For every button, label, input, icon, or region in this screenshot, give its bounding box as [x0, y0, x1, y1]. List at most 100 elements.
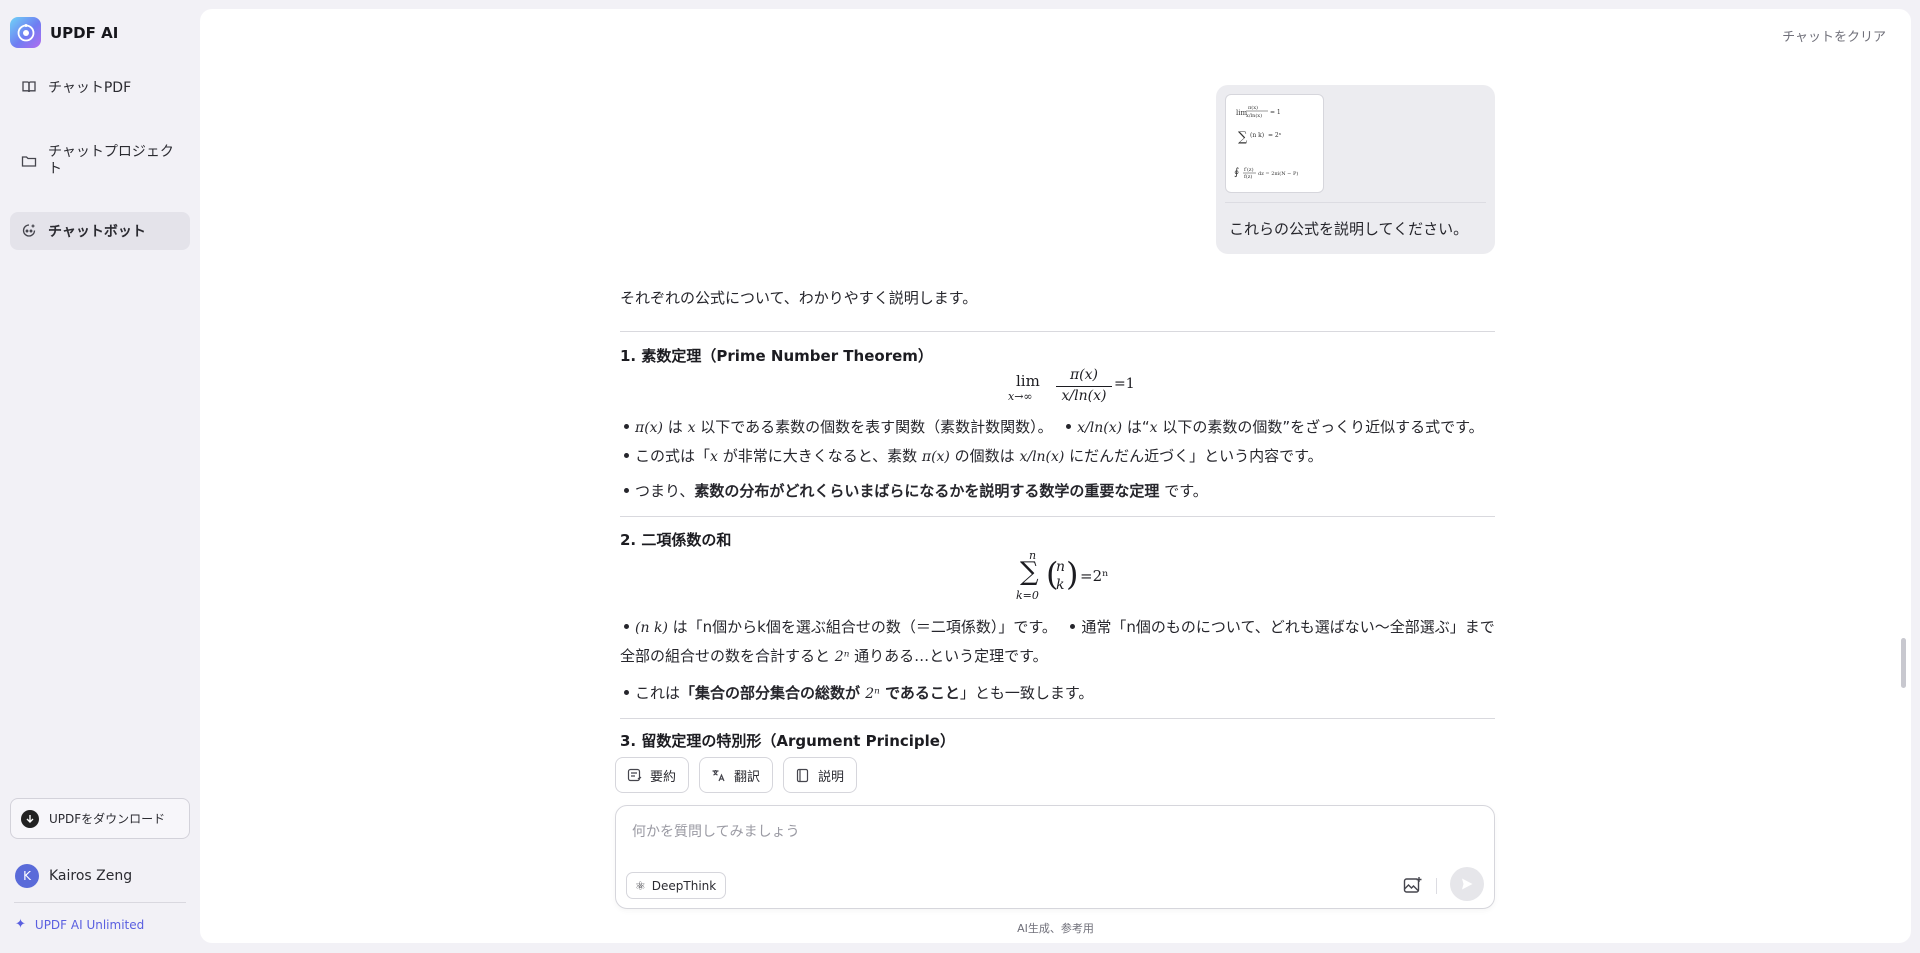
section-heading: 2. 二項係数の和: [620, 531, 732, 549]
math-inline: x: [1149, 420, 1158, 436]
chat-panel: チャットをクリア lim π(x) x/ln(x) = 1 ∑ (n k) = …: [200, 9, 1911, 943]
formula-denominator: x/ln(x): [1061, 388, 1107, 404]
text: は「n個からk個を選ぶ組合せの数（＝二項係数）」です。: [667, 618, 1057, 636]
quick-action-label: 翻訳: [734, 769, 761, 785]
plan-link[interactable]: ✦ UPDF AI Unlimited: [15, 917, 144, 932]
image-add-icon: [1403, 877, 1422, 893]
text: 以下の素数の個数”をざっくり近似する式です。: [1157, 418, 1484, 436]
app-name: UPDF AI: [50, 23, 119, 42]
svg-text:f′(z): f′(z): [1244, 166, 1254, 173]
bullet: [1066, 424, 1072, 429]
svg-text:= 1: = 1: [1270, 109, 1281, 116]
summarize-button[interactable]: 要約: [615, 757, 690, 793]
sidebar-item-label: チャットプロジェクト: [48, 143, 174, 178]
bot-icon: [20, 222, 38, 240]
section-heading: 1. 素数定理（Prime Number Theorem）: [620, 347, 933, 365]
ai-disclaimer: AI生成、参考用: [1017, 922, 1094, 935]
text: この式は「: [635, 447, 711, 465]
download-icon: [21, 809, 39, 828]
scrollbar-thumb[interactable]: [1901, 638, 1906, 688]
text: は“: [1122, 418, 1150, 436]
sparkle-icon: ✦: [15, 917, 26, 932]
bold-text: 「集合の部分集合の総数が: [680, 684, 866, 702]
deepthink-label: DeepThink: [651, 878, 717, 893]
text: は: [663, 418, 688, 436]
download-updf-button[interactable]: UPDFをダウンロード: [10, 798, 190, 839]
binom-top: n: [640, 620, 650, 636]
book-icon: [20, 78, 38, 96]
svg-text:∮: ∮: [1234, 167, 1239, 178]
bold-text: 素数の分布がどれくらいまばらになるかを説明する数学の重要な定理: [694, 482, 1160, 500]
svg-text:f(z): f(z): [1244, 173, 1252, 180]
quick-actions: 要約 翻訳 説明: [615, 757, 867, 793]
sum-lower: k=0: [1016, 589, 1039, 602]
sidebar-item-chatbot[interactable]: チャットボット: [10, 212, 190, 250]
binom-bottom: k: [653, 620, 663, 636]
math-inline: π(x): [635, 420, 664, 436]
user-message-text: これらの公式を説明してください。: [1229, 220, 1469, 238]
svg-text:x/ln(x): x/ln(x): [1246, 112, 1262, 119]
bullet: [624, 488, 629, 493]
summarize-icon: [626, 767, 642, 783]
plan-label: UPDF AI Unlimited: [34, 917, 145, 932]
bullet: [624, 424, 629, 429]
send-button[interactable]: [1450, 867, 1484, 901]
clear-chat-button[interactable]: チャットをクリア: [1782, 26, 1886, 45]
math-inline: π(x): [921, 449, 950, 465]
math-inline: x: [710, 449, 718, 465]
sidebar: UPDF AI チャットPDF チャットプロジェクト チャットボット UPDFを…: [0, 0, 199, 953]
divider: [14, 902, 186, 903]
bubble-divider: [1225, 202, 1486, 203]
svg-text:∑: ∑: [1238, 130, 1248, 145]
svg-text:dz = 2πi(N − P): dz = 2πi(N − P): [1258, 170, 1298, 177]
deepthink-toggle[interactable]: ⚛ DeepThink: [626, 872, 727, 899]
section-2-paragraph: (n k) は「n個からk個を選ぶ組合せの数（＝二項係数）」です。 通常「n個の…: [620, 613, 1495, 671]
user-account[interactable]: K Kairos Zeng: [15, 864, 132, 888]
divider: [620, 331, 1495, 332]
math-inline: x/ln(x): [1077, 420, 1123, 436]
sidebar-item-chat-pdf[interactable]: チャットPDF: [10, 69, 190, 105]
section-2-summary: これは「集合の部分集合の総数が 2ⁿ であること」とも一致します。: [620, 679, 1495, 708]
section-1-paragraph: π(x) は x 以下である素数の個数を表す関数（素数計数関数）。 x/ln(x…: [620, 413, 1495, 471]
text: 以下である素数の個数を表す関数（素数計数関数）。: [695, 418, 1053, 436]
updf-logo-icon: [10, 17, 41, 48]
quick-action-label: 説明: [818, 769, 845, 785]
section-heading: 3. 留数定理の特別形（Argument Principle）: [620, 732, 955, 750]
quick-action-label: 要約: [650, 769, 677, 785]
text: にだんだん近づく」という内容です。: [1064, 447, 1323, 465]
math-inline: 2ⁿ: [865, 686, 880, 702]
user-name: Kairos Zeng: [49, 868, 133, 884]
translate-button[interactable]: 翻訳: [699, 757, 774, 793]
formula-numerator: π(x): [1069, 367, 1099, 383]
formula-lim-sub: x→∞: [1008, 390, 1033, 403]
svg-text:= 2ⁿ: = 2ⁿ: [1268, 132, 1282, 139]
binom-bottom: k: [1056, 577, 1065, 593]
text: これは: [635, 684, 681, 702]
message-composer: ⚛ DeepThink: [615, 805, 1495, 909]
bullet: [624, 453, 629, 458]
atom-icon: ⚛: [635, 878, 646, 893]
svg-text:(n k): (n k): [1250, 132, 1264, 139]
explain-icon: [794, 767, 810, 783]
attached-image-thumbnail[interactable]: lim π(x) x/ln(x) = 1 ∑ (n k) = 2ⁿ ∮ f′(z…: [1225, 94, 1324, 193]
text: の個数は: [949, 447, 1020, 465]
explain-button[interactable]: 説明: [783, 757, 858, 793]
formula-result: =1: [1114, 376, 1135, 392]
binomial-sum-formula: n ∑ k=0 ( n k ) =2ⁿ: [1016, 549, 1126, 609]
formula-lim: lim: [1016, 372, 1040, 390]
text: が非常に大きくなると、素数: [717, 447, 922, 465]
sidebar-nav: チャットPDF チャットプロジェクト チャットボット: [10, 69, 190, 250]
chat-input[interactable]: [632, 820, 1452, 844]
bullet: [624, 690, 629, 695]
sidebar-item-chat-project[interactable]: チャットプロジェクト: [10, 135, 190, 187]
sigma: ∑: [1020, 557, 1039, 587]
svg-text:π(x): π(x): [1248, 104, 1258, 111]
bullet: [624, 624, 629, 629]
math-inline: x/ln(x): [1019, 449, 1065, 465]
upload-image-button[interactable]: [1400, 872, 1426, 898]
math-inline: 2ⁿ: [834, 649, 850, 665]
brand[interactable]: UPDF AI: [10, 17, 118, 48]
text: 通りある…という定理です。: [849, 647, 1048, 665]
text: つまり、: [635, 482, 695, 500]
binom-top: n: [1056, 559, 1066, 575]
